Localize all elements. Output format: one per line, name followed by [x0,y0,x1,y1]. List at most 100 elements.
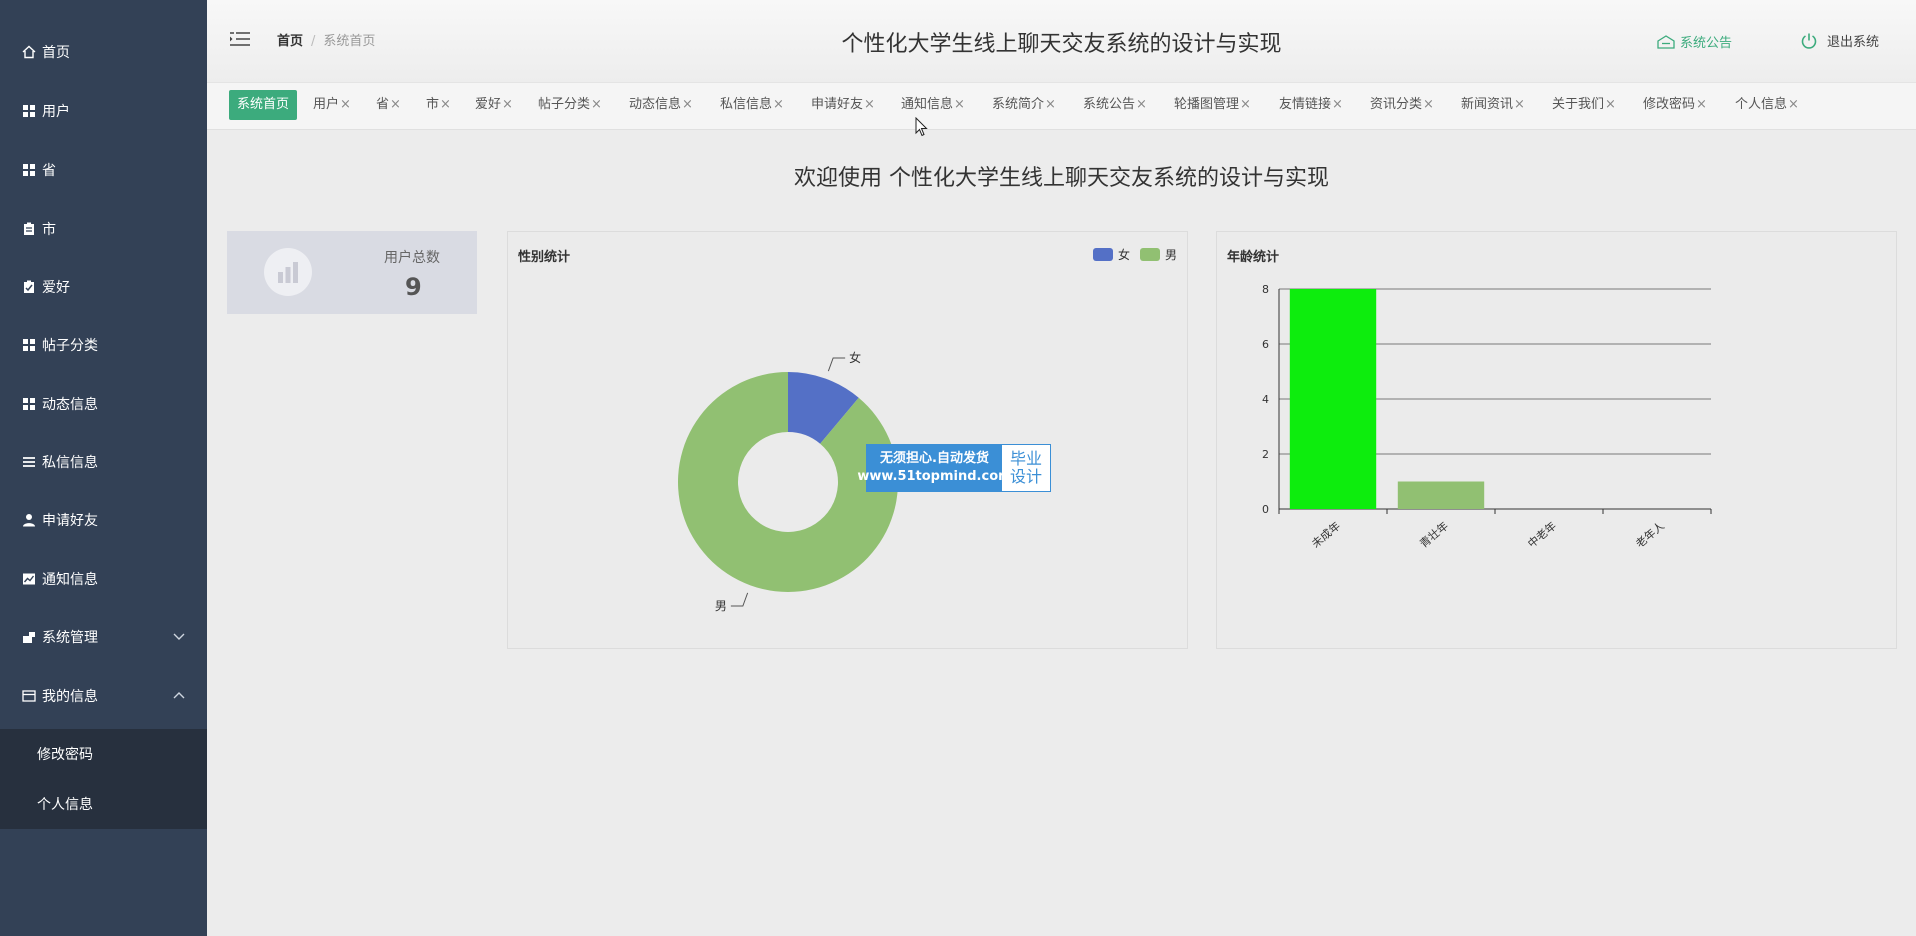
sidebar-item-label: 系统管理 [42,630,98,646]
sidebar-item-label: 用户 [42,104,70,120]
tab-notification[interactable]: 通知信息× [901,90,965,120]
sidebar-item-friend-request[interactable]: 申请好友 [0,495,207,545]
user-icon [22,513,36,527]
sidebar-item-system-management[interactable]: 系统管理 [0,612,207,662]
close-icon[interactable]: × [954,97,965,112]
sidebar-item-home[interactable]: 首页 [0,27,207,77]
chevron-up-icon [173,689,185,704]
close-icon[interactable]: × [1045,97,1056,112]
sidebar-item-province[interactable]: 省 [0,145,207,195]
tab-post-category[interactable]: 帖子分类× [538,90,602,120]
watermark-right2: 设计 [1009,467,1042,486]
tab-province[interactable]: 省× [376,90,401,120]
checklist-icon [22,280,36,294]
watermark-line2: www.51topmind.com [857,469,1012,484]
tab-city[interactable]: 市× [426,90,451,120]
sidebar-item-users[interactable]: 用户 [0,86,207,136]
close-icon[interactable]: × [1136,97,1147,112]
tab-label: 动态信息 [629,97,682,112]
sidebar-item-label: 通知信息 [42,572,98,588]
tab-system-notice[interactable]: 系统公告× [1083,90,1147,120]
sidebar-item-label: 动态信息 [42,397,98,413]
tab-label: 轮播图管理 [1174,97,1240,112]
tab-label: 申请好友 [811,97,864,112]
tab-private-message[interactable]: 私信信息× [720,90,784,120]
user-count-card: 用户总数 9 [227,231,477,314]
pie-label: 女 [849,350,861,365]
age-chart-panel: 年龄统计 0 2 4 6 8 未成年 青壮年 中老年 老年人 [1216,231,1897,649]
age-bar-chart: 0 2 4 6 8 未成年 青壮年 中老年 老年人 [1262,283,1712,551]
close-icon[interactable]: × [1696,97,1707,112]
tab-personal-info[interactable]: 个人信息× [1735,90,1799,120]
close-icon[interactable]: × [340,97,351,112]
tab-about-us[interactable]: 关于我们× [1552,90,1616,120]
bar[interactable] [1289,289,1377,509]
tab-friend-links[interactable]: 友情链接× [1279,90,1343,120]
pie-label-line [730,592,749,607]
tab-system-home[interactable]: 系统首页 [229,90,298,120]
pie-label: 男 [715,599,727,613]
sidebar-subitem-change-password[interactable]: 修改密码 [0,729,207,779]
tab-users[interactable]: 用户× [313,90,351,120]
x-tick-label: 老年人 [1633,519,1667,551]
watermark-left: 无须担心.自动发货 www.51topmind.com [857,445,1012,491]
close-icon[interactable]: × [682,97,693,112]
system-notice-button[interactable]: 系统公告 [1657,32,1732,51]
tab-dynamic[interactable]: 动态信息× [629,90,693,120]
sidebar-subitem-personal-info[interactable]: 个人信息 [0,779,207,829]
tab-carousel[interactable]: 轮播图管理× [1174,90,1251,120]
sidebar-item-private-message[interactable]: 私信信息 [0,437,207,487]
y-tick-label: 4 [1262,393,1269,406]
close-icon[interactable]: × [1423,97,1434,112]
power-icon [1800,32,1818,50]
tab-friend-request[interactable]: 申请好友× [811,90,875,120]
tab-system-intro[interactable]: 系统简介× [992,90,1056,120]
tab-label: 新闻资讯 [1461,97,1514,112]
sidebar-item-my-info[interactable]: 我的信息 [0,671,207,721]
sidebar-item-dynamic[interactable]: 动态信息 [0,379,207,429]
close-icon[interactable]: × [1605,97,1616,112]
x-tick-label: 未成年 [1309,519,1343,551]
list-icon [22,455,36,469]
close-icon[interactable]: × [864,97,875,112]
sidebar-item-label: 市 [42,222,56,238]
sidebar-item-city[interactable]: 市 [0,204,207,254]
tab-label: 省 [376,97,390,112]
watermark-right: 毕业 设计 [1002,445,1050,491]
user-count-value: 9 [405,273,422,301]
notice-icon [1657,34,1675,49]
tab-news[interactable]: 新闻资讯× [1461,90,1525,120]
tab-news-category[interactable]: 资讯分类× [1370,90,1434,120]
wallet-icon [22,689,36,703]
tab-change-password[interactable]: 修改密码× [1643,90,1707,120]
close-icon[interactable]: × [390,97,401,112]
tab-label: 通知信息 [901,97,954,112]
sidebar-subitem-label: 个人信息 [37,797,93,813]
sidebar-item-label: 申请好友 [42,513,98,529]
logout-button[interactable]: 退出系统 [1800,31,1879,50]
close-icon[interactable]: × [773,97,784,112]
sidebar-item-label: 我的信息 [42,689,98,705]
sidebar-item-post-category[interactable]: 帖子分类 [0,320,207,370]
bar[interactable] [1397,481,1485,510]
close-icon[interactable]: × [1514,97,1525,112]
user-count-label: 用户总数 [384,250,440,266]
close-icon[interactable]: × [502,97,513,112]
chevron-down-icon [173,630,185,645]
close-icon[interactable]: × [440,97,451,112]
sidebar-item-label: 首页 [42,45,70,61]
welcome-heading: 欢迎使用 个性化大学生线上聊天交友系统的设计与实现 [794,166,1329,191]
tab-hobby[interactable]: 爱好× [475,90,513,120]
grid-icon [22,104,36,118]
watermark-right1: 毕业 [1009,449,1042,468]
tab-label: 系统公告 [1083,97,1136,112]
close-icon[interactable]: × [1788,97,1799,112]
clipboard-icon [22,222,36,236]
close-icon[interactable]: × [1240,97,1251,112]
grid-icon [22,338,36,352]
close-icon[interactable]: × [1332,97,1343,112]
sidebar-item-hobby[interactable]: 爱好 [0,262,207,312]
sidebar-item-notification[interactable]: 通知信息 [0,554,207,604]
gender-donut-chart: 女男 [678,350,898,613]
close-icon[interactable]: × [591,97,602,112]
